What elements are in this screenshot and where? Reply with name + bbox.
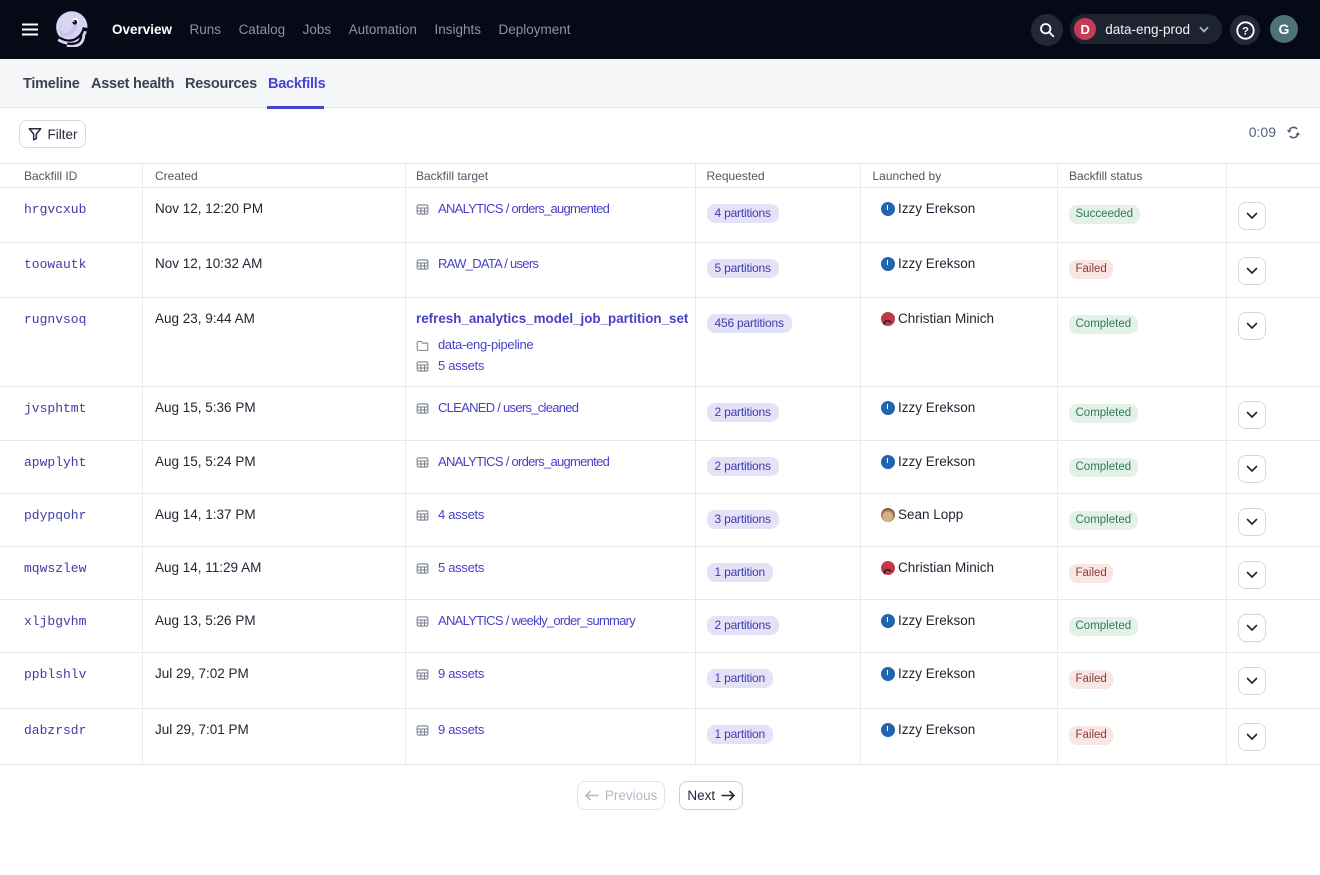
svg-text:?: ? [1242, 25, 1249, 37]
